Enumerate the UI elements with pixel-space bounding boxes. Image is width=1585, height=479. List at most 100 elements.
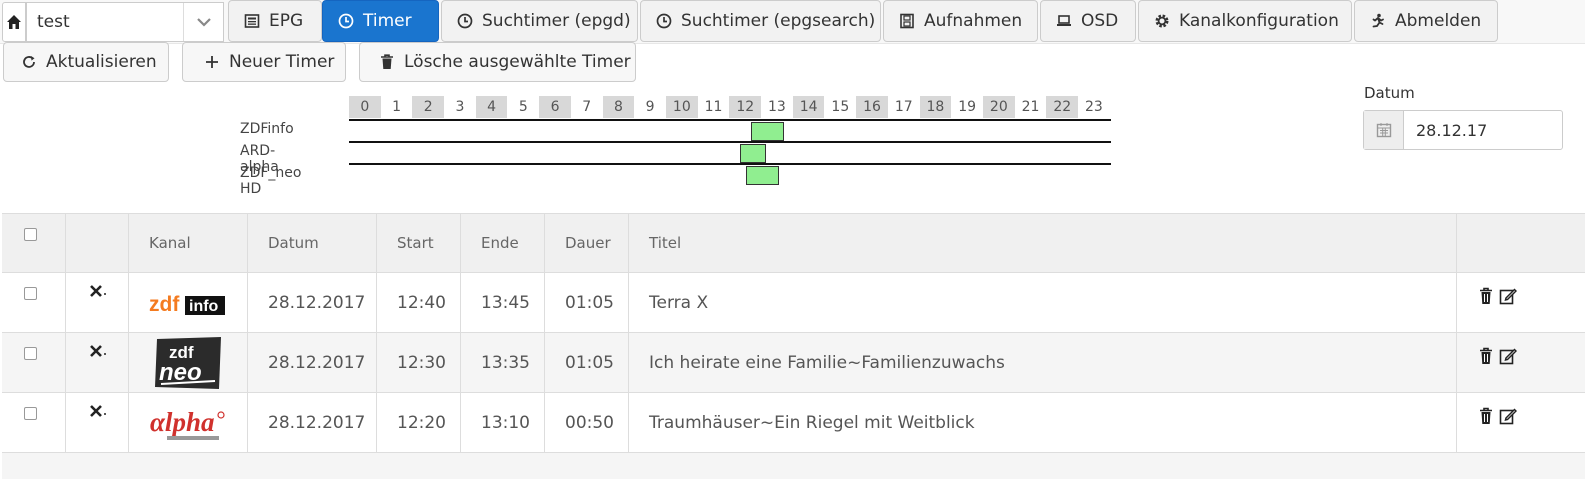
row-datum: 28.12.2017 (247, 333, 376, 393)
row-titel: Traumhäuser~Ein Riegel mit Weitblick (628, 393, 1456, 453)
calendar-icon[interactable] (1364, 111, 1404, 149)
profile-select[interactable]: test (26, 2, 224, 42)
timeline-hour-label: 8 (602, 96, 635, 118)
refresh-button[interactable]: Aktualisieren (3, 42, 169, 82)
table-row[interactable]: zdf info 28.12.2017 12:40 13:45 01:05 Ter… (2, 273, 1585, 333)
tab-suchtimer-epgsearch[interactable]: Suchtimer (epgsearch) (640, 0, 881, 42)
delete-selected-button[interactable]: Lösche ausgewählte Timer (359, 42, 636, 82)
zdfneo-logo: zdf neo (149, 335, 227, 391)
timeline-timer-block[interactable] (740, 144, 766, 163)
edit-icon[interactable] (1499, 347, 1518, 370)
refresh-icon (20, 53, 38, 71)
row-start: 12:20 (376, 393, 460, 453)
timeline-channel-label: ZDFinfo (240, 121, 294, 137)
timeline-hour-label: 13 (768, 99, 786, 115)
timeline-hour-label: 11 (704, 99, 723, 115)
timeline-channel-label: ZDF_neo HD (240, 165, 302, 197)
column-header-start[interactable]: Start (376, 214, 460, 274)
column-header-dauer[interactable]: Dauer (544, 214, 628, 274)
row-checkbox[interactable] (24, 287, 37, 300)
table-row[interactable]: zdf neo 28.12.2017 12:30 13:35 01:05 Ich … (2, 333, 1585, 393)
timeline-timer-block[interactable] (746, 166, 779, 185)
timer-status-icon[interactable] (88, 343, 108, 368)
timeline-timer-block[interactable] (751, 122, 784, 141)
tab-osd-label: OSD (1081, 11, 1119, 31)
plus-icon (203, 53, 221, 71)
row-checkbox[interactable] (24, 407, 37, 420)
column-header-ende[interactable]: Ende (460, 214, 544, 274)
select-all-checkbox[interactable] (24, 228, 37, 241)
timeline-hour-label: 20 (983, 96, 1015, 118)
trash-icon (378, 53, 396, 71)
edit-icon[interactable] (1499, 287, 1518, 310)
running-person-icon (1369, 12, 1387, 30)
tab-kanalkonfiguration-label: Kanalkonfiguration (1179, 11, 1339, 31)
tab-epg-label: EPG (269, 11, 304, 31)
svg-text:αlpha: αlpha (150, 407, 214, 437)
tab-suchtimer-epgd[interactable]: Suchtimer (epgd) (441, 0, 638, 42)
timer-status-icon[interactable] (88, 283, 108, 308)
row-ende: 13:45 (460, 273, 544, 333)
trash-icon[interactable] (1479, 347, 1493, 370)
row-dauer: 01:05 (544, 273, 628, 333)
clock-icon (655, 12, 673, 30)
new-timer-button[interactable]: Neuer Timer (182, 42, 346, 82)
tab-timer-label: Timer (363, 11, 412, 31)
zdfinfo-logo: zdf info (149, 285, 227, 325)
svg-text:info: info (189, 298, 219, 315)
newspaper-icon (243, 12, 261, 30)
timeline-hour-label: 12 (729, 96, 762, 118)
timeline-hour-label: 3 (455, 99, 465, 115)
trash-icon[interactable] (1479, 407, 1493, 430)
timeline-hour-label: 21 (1021, 99, 1040, 115)
tab-suchtimer-epgd-label: Suchtimer (epgd) (482, 11, 631, 31)
table-footer (2, 453, 1585, 479)
tab-abmelden-label: Abmelden (1395, 11, 1482, 31)
timeline-hour-label: 23 (1085, 99, 1103, 115)
clock-icon (337, 12, 355, 30)
tab-aufnahmen[interactable]: Aufnahmen (883, 0, 1038, 42)
tab-timer[interactable]: Timer (322, 0, 439, 42)
tab-epg[interactable]: EPG (228, 0, 322, 42)
timer-status-icon[interactable] (88, 403, 108, 428)
timeline-hour-label: 19 (958, 99, 977, 115)
trash-icon[interactable] (1479, 287, 1493, 310)
delete-selected-button-label: Lösche ausgewählte Timer (404, 52, 631, 72)
timeline-hour-label: 1 (392, 99, 401, 115)
timeline-hour-label: 2 (412, 96, 445, 118)
home-icon (7, 15, 21, 29)
column-header-kanal[interactable]: Kanal (128, 214, 247, 274)
timeline-hour-label: 10 (666, 96, 698, 118)
timeline-track (349, 141, 1111, 143)
clock-icon (456, 12, 474, 30)
refresh-button-label: Aktualisieren (46, 52, 157, 72)
timeline-track (349, 119, 1111, 121)
tab-osd[interactable]: OSD (1040, 0, 1136, 42)
row-ende: 13:10 (460, 393, 544, 453)
row-dauer: 01:05 (544, 333, 628, 393)
datum-input[interactable]: 28.12.17 (1363, 110, 1563, 150)
datum-label: Datum (1364, 84, 1415, 102)
edit-icon[interactable] (1499, 407, 1518, 430)
row-dauer: 00:50 (544, 393, 628, 453)
timeline-hour-label: 17 (894, 99, 913, 115)
column-header-datum[interactable]: Datum (247, 214, 376, 274)
film-icon (898, 12, 916, 30)
datum-input-value: 28.12.17 (1416, 120, 1488, 140)
tab-abmelden[interactable]: Abmelden (1354, 0, 1498, 42)
timeline-track (349, 163, 1111, 165)
timeline-hour-label: 7 (582, 99, 592, 115)
row-checkbox[interactable] (24, 347, 37, 360)
column-header-titel[interactable]: Titel (628, 214, 1456, 274)
top-navbar: test EPG Timer Suchtimer (epgd) Suchtime… (0, 0, 1585, 44)
table-row[interactable]: αlpha 28.12.2017 12:20 13:10 00:50 Traum… (2, 393, 1585, 453)
chevron-down-icon (183, 3, 223, 41)
tab-aufnahmen-label: Aufnahmen (924, 11, 1023, 31)
timeline-hour-label: 15 (831, 99, 850, 115)
svg-text:zdf: zdf (149, 293, 180, 316)
home-button[interactable] (2, 2, 26, 42)
row-titel: Terra X (628, 273, 1456, 333)
timeline-hour-label: 22 (1046, 96, 1079, 118)
new-timer-button-label: Neuer Timer (229, 52, 335, 72)
tab-kanalkonfiguration[interactable]: Kanalkonfiguration (1138, 0, 1352, 42)
